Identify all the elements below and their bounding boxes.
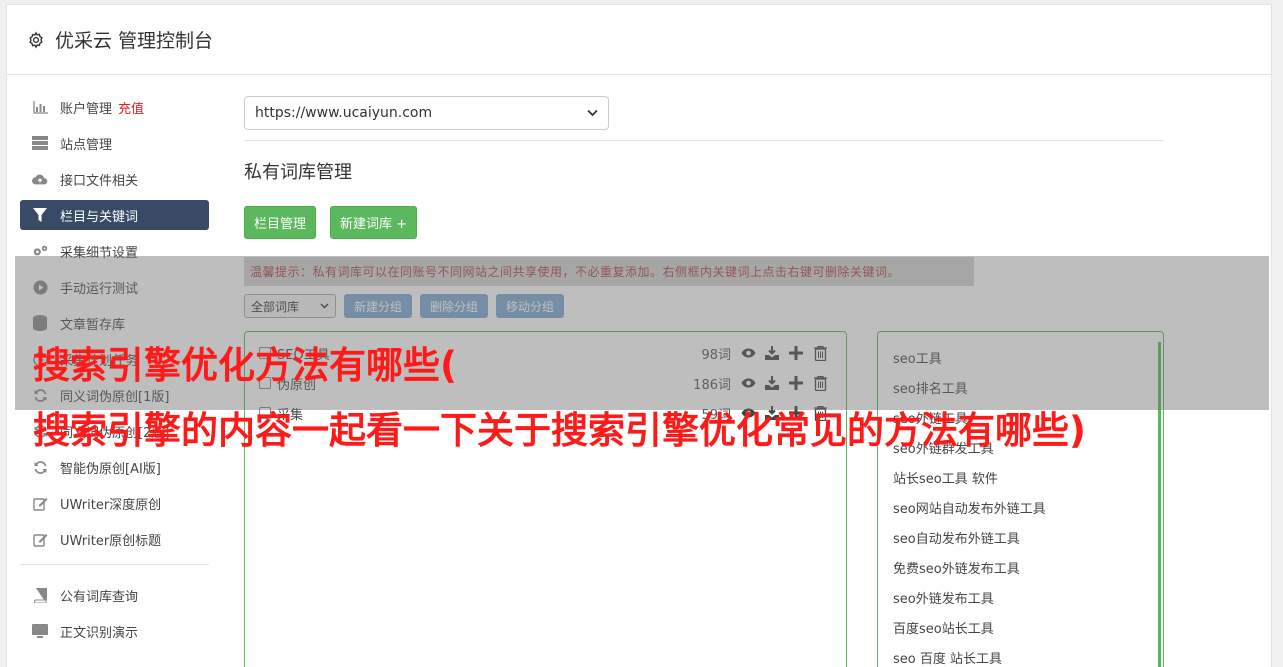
keyword-item[interactable]: seo网站自动发布外链工具 (878, 492, 1163, 522)
gear-icon (29, 31, 43, 48)
sidebar-item-label: UWriter深度原创 (60, 497, 162, 513)
sidebar-item-label: 正文识别演示 (60, 625, 139, 641)
filter-icon (32, 207, 48, 223)
sidebar-item-label: 公有词库查询 (60, 589, 139, 605)
keyword-item[interactable]: seo外链发布工具 (878, 582, 1163, 612)
keyword-item[interactable]: seo自动发布外链工具 (878, 522, 1163, 552)
sidebar-item-label: 接口文件相关 (60, 173, 139, 189)
server-icon (32, 135, 48, 151)
overlay-headline-line1: 搜索引擎优化方法有哪些( (33, 344, 457, 387)
sidebar-item-ai-rewrite[interactable]: 智能伪原创[AI版] (20, 452, 209, 482)
section-title: 私有词库管理 (244, 162, 352, 183)
sidebar-item-columns-keywords[interactable]: 栏目与关键词 (20, 200, 209, 230)
sidebar-item-label: UWriter原创标题 (60, 533, 162, 549)
page-header: 优采云 管理控制台 (7, 5, 1271, 75)
sidebar-item-label: 站点管理 (60, 137, 113, 153)
sidebar-item-text-recognition[interactable]: 正文识别演示 (20, 616, 209, 646)
columns-manage-button[interactable]: 栏目管理 (244, 206, 317, 239)
overlay-headline-line2: 搜索引擎的内容一起看一下关于搜索引擎优化常见的方法有哪些) (33, 409, 1086, 452)
chevron-down-icon (587, 109, 598, 117)
site-select-value: https://www.ucaiyun.com (255, 105, 433, 121)
new-lexicon-button[interactable]: 新建词库 + (330, 206, 418, 239)
sidebar-item-uwriter-title[interactable]: UWriter原创标题 (20, 524, 209, 554)
sidebar-item-label: 栏目与关键词 (60, 209, 139, 225)
sidebar-item-label: 智能伪原创[AI版] (60, 461, 161, 477)
edit-icon (32, 495, 48, 511)
sidebar-item-sites[interactable]: 站点管理 (20, 128, 209, 158)
sidebar-divider (20, 564, 209, 565)
book-icon (32, 587, 48, 603)
refresh-icon (32, 459, 48, 475)
divider (244, 140, 1164, 141)
page-title: 优采云 管理控制台 (55, 30, 214, 52)
sidebar-item-account[interactable]: 账户管理 充值 (20, 92, 209, 122)
sidebar-item-uwriter-deep[interactable]: UWriter深度原创 (20, 488, 209, 518)
keyword-item[interactable]: seo 百度 站长工具 (878, 642, 1163, 667)
edit-icon (32, 531, 48, 547)
keyword-item[interactable]: 站长seo工具 软件 (878, 462, 1163, 492)
monitor-icon (32, 623, 48, 639)
bar-chart-icon (32, 99, 48, 115)
keyword-item[interactable]: 百度seo站长工具 (878, 612, 1163, 642)
sidebar-item-public-lexicon[interactable]: 公有词库查询 (20, 580, 209, 610)
sidebar-item-label: 账户管理 (60, 101, 113, 117)
recharge-link[interactable]: 充值 (118, 98, 144, 117)
cloud-upload-icon (32, 171, 48, 187)
site-select[interactable]: https://www.ucaiyun.com (244, 96, 609, 130)
sidebar-item-interface-files[interactable]: 接口文件相关 (20, 164, 209, 194)
keyword-item[interactable]: 免费seo外链发布工具 (878, 552, 1163, 582)
action-buttons: 栏目管理 新建词库 + (244, 206, 1164, 239)
